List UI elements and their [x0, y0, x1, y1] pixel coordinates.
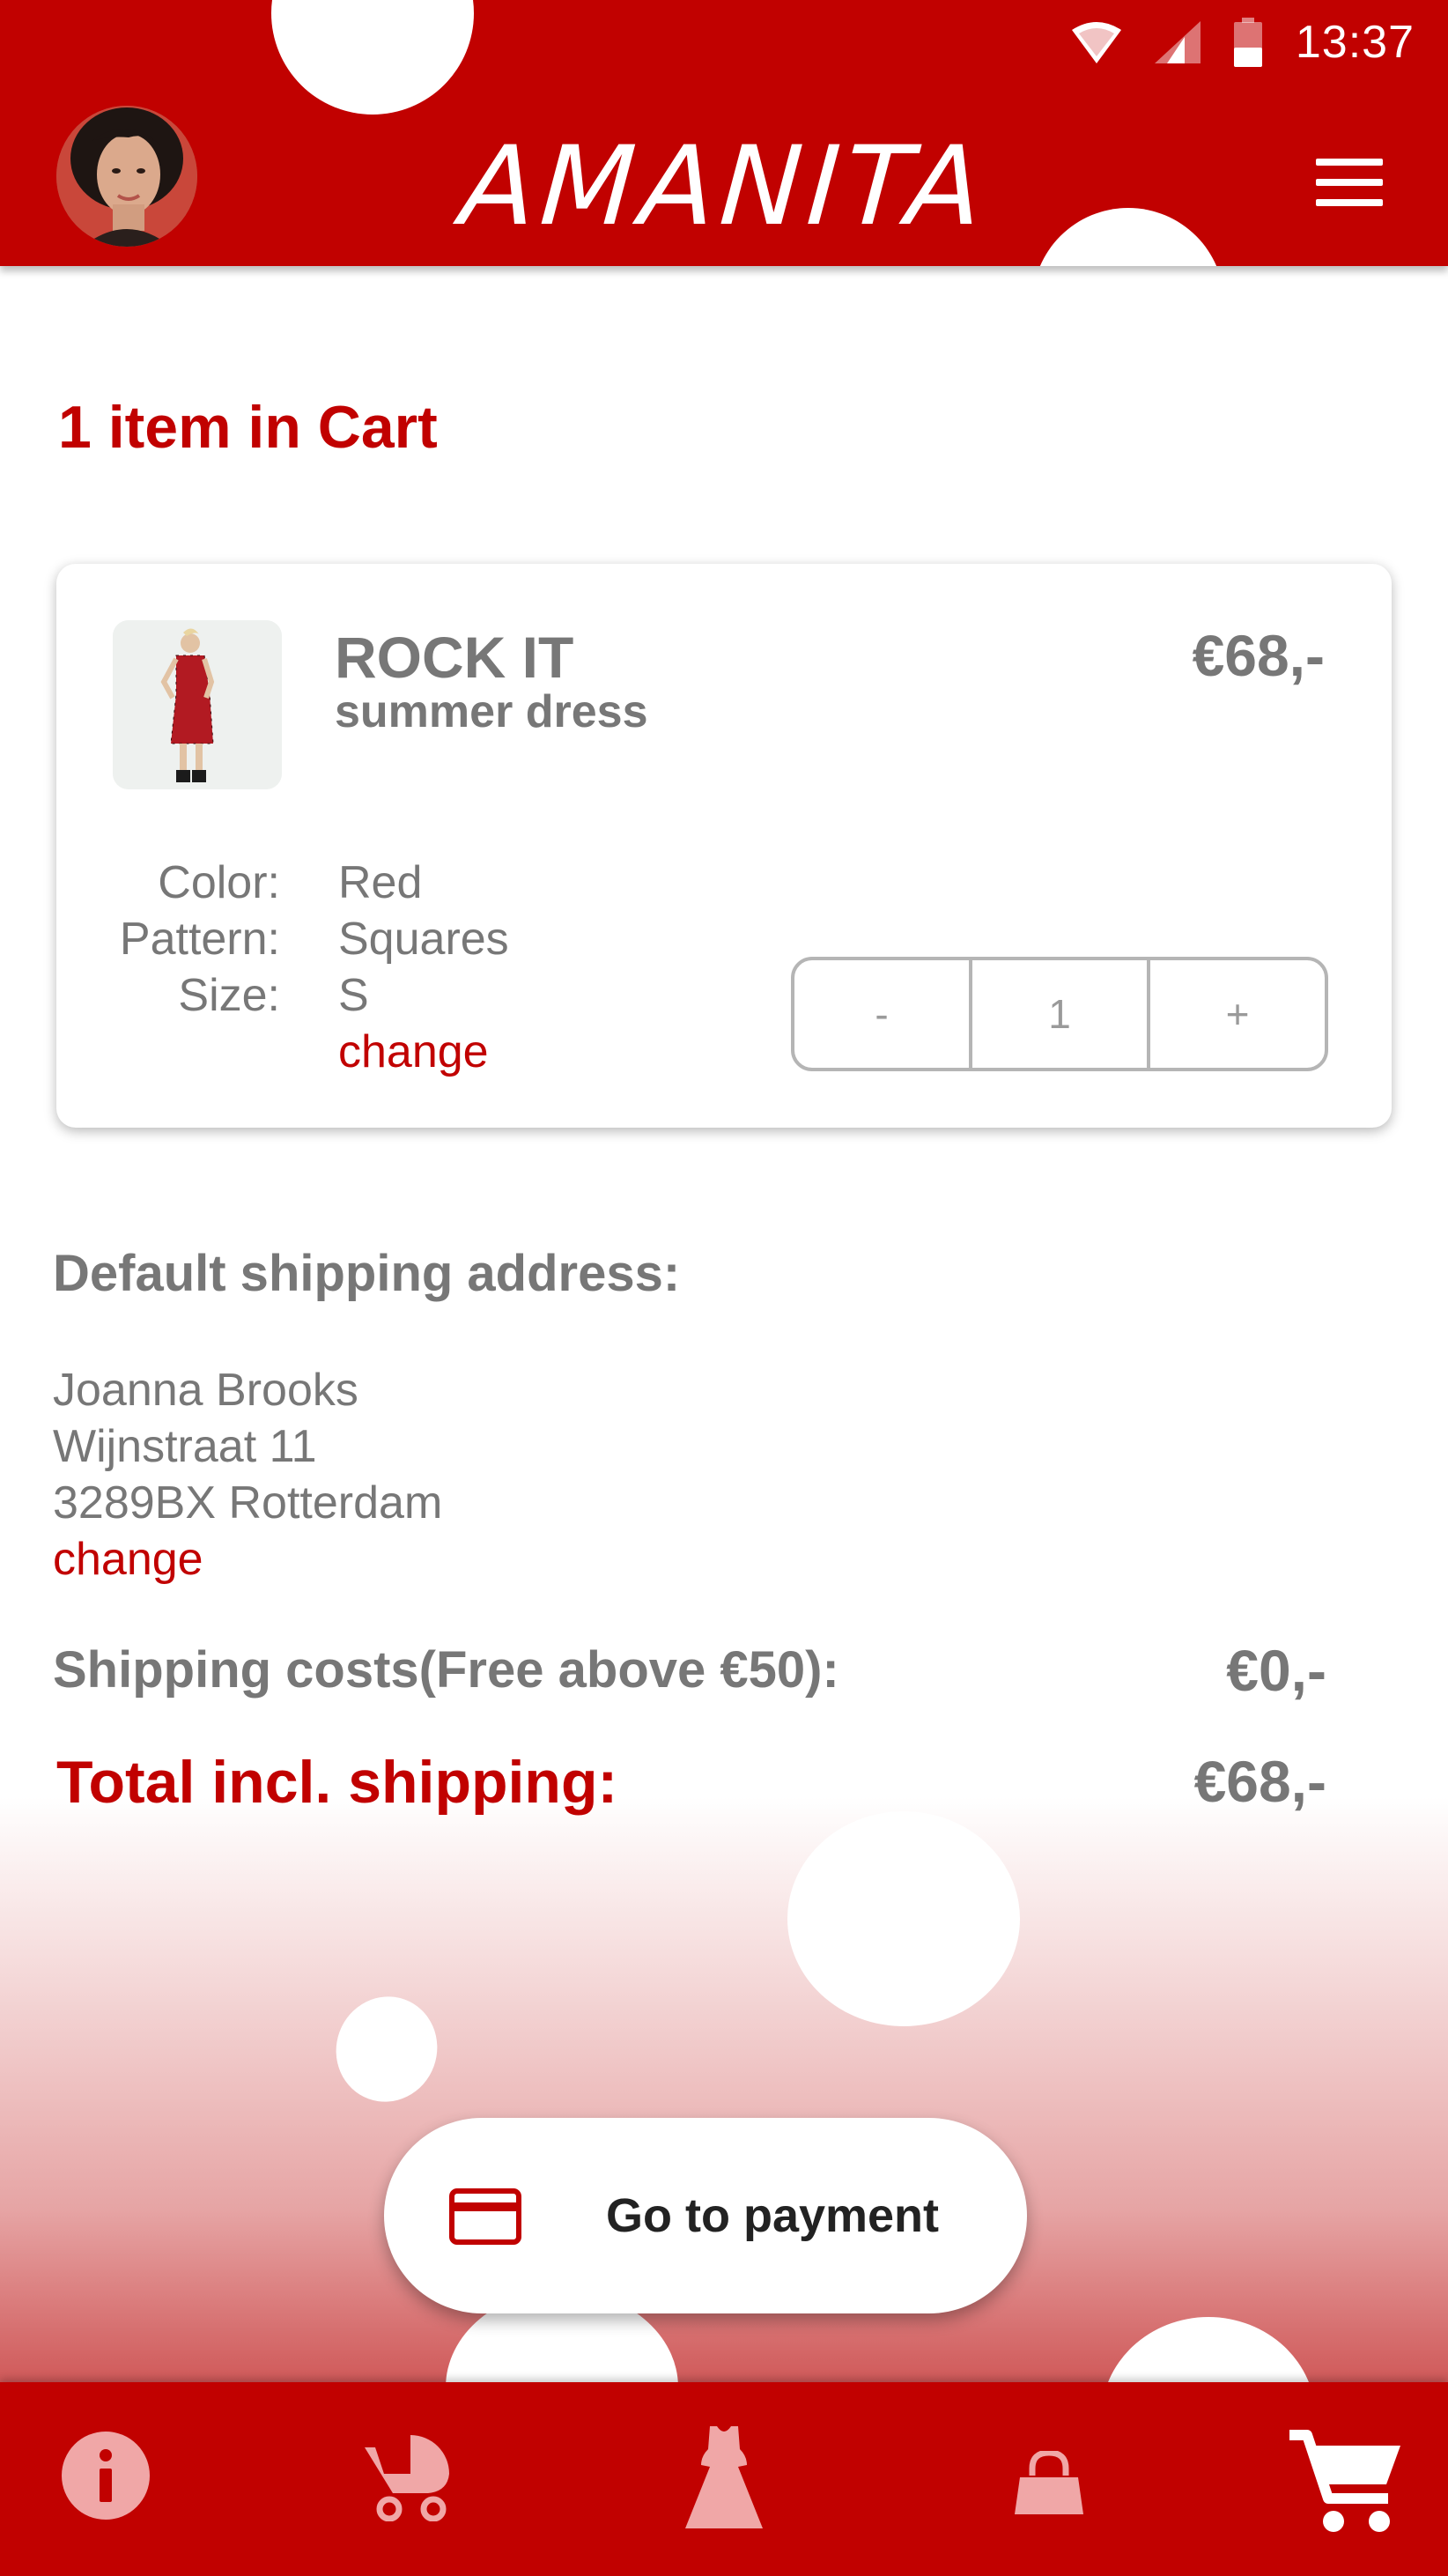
- status-bar: 13:37: [0, 0, 1448, 85]
- wifi-icon: [1071, 22, 1121, 63]
- pattern-value: Squares: [338, 914, 509, 965]
- attribute-labels: Color: Pattern: Size:: [120, 855, 280, 1024]
- cart-icon: [1289, 2430, 1400, 2532]
- address-name: Joanna Brooks: [53, 1365, 358, 1416]
- menu-button[interactable]: [1316, 159, 1383, 206]
- battery-icon: [1233, 18, 1262, 67]
- quantity-increment-button[interactable]: +: [1147, 960, 1325, 1068]
- app-header: 13:37 AMANITA: [0, 0, 1448, 266]
- dress-photo: [113, 620, 282, 789]
- credit-card-icon: [449, 2188, 521, 2245]
- change-item-options-link[interactable]: change: [338, 1024, 509, 1080]
- background-decor-dot: [787, 1811, 1020, 2026]
- bag-icon: [1015, 2449, 1083, 2514]
- go-to-payment-button[interactable]: Go to payment: [384, 2118, 1027, 2313]
- product-name: ROCK IT: [335, 625, 574, 690]
- background-decor-dot: [1101, 2317, 1316, 2387]
- nav-clothing[interactable]: [685, 2424, 763, 2533]
- product-price: €68,-: [1192, 623, 1325, 688]
- attribute-values: Red Squares S change: [338, 855, 509, 1080]
- change-address-link[interactable]: change: [53, 1531, 442, 1588]
- product-subtitle: summer dress: [335, 686, 648, 737]
- size-label: Size:: [178, 970, 280, 1021]
- background-decor-dot: [321, 1982, 453, 2116]
- address-city: 3289BX Rotterdam: [53, 1477, 443, 1529]
- quantity-stepper: - 1 +: [791, 957, 1328, 1071]
- color-value: Red: [338, 857, 423, 908]
- info-icon: [62, 2432, 150, 2520]
- shipping-cost-label: Shipping costs(Free above €50):: [53, 1641, 839, 1699]
- product-thumbnail[interactable]: [113, 620, 282, 789]
- nav-info[interactable]: [62, 2432, 150, 2524]
- menu-icon-bar: [1316, 179, 1383, 186]
- quantity-value: 1: [969, 960, 1147, 1068]
- status-time: 13:37: [1295, 17, 1415, 68]
- nav-kids[interactable]: [363, 2430, 456, 2526]
- signal-icon: [1154, 21, 1201, 63]
- cart-title: 1 item in Cart: [58, 394, 438, 461]
- brand-logo: AMANITA: [456, 123, 992, 250]
- nav-accessories[interactable]: [1015, 2449, 1083, 2519]
- address-street: Wijnstraat 11: [53, 1421, 317, 1472]
- color-label: Color:: [158, 857, 280, 908]
- total-label: Total incl. shipping:: [56, 1749, 618, 1816]
- pattern-label: Pattern:: [119, 914, 280, 965]
- size-value: S: [338, 970, 369, 1021]
- stroller-icon: [365, 2435, 449, 2522]
- quantity-decrement-button[interactable]: -: [794, 960, 969, 1068]
- nav-cart[interactable]: [1288, 2428, 1402, 2542]
- shipping-address: Joanna Brooks Wijnstraat 11 3289BX Rotte…: [53, 1362, 442, 1588]
- shipping-cost-value: €0,-: [1226, 1638, 1326, 1703]
- cart-item-card: ROCK IT summer dress €68,- Color: Patter…: [56, 564, 1392, 1128]
- menu-icon-bar: [1316, 199, 1383, 206]
- menu-icon-bar: [1316, 159, 1383, 166]
- go-to-payment-label: Go to payment: [606, 2189, 940, 2242]
- total-value: €68,-: [1193, 1749, 1326, 1814]
- bottom-navigation: [0, 2382, 1448, 2576]
- dress-icon: [685, 2426, 763, 2528]
- shipping-address-heading: Default shipping address:: [53, 1245, 681, 1302]
